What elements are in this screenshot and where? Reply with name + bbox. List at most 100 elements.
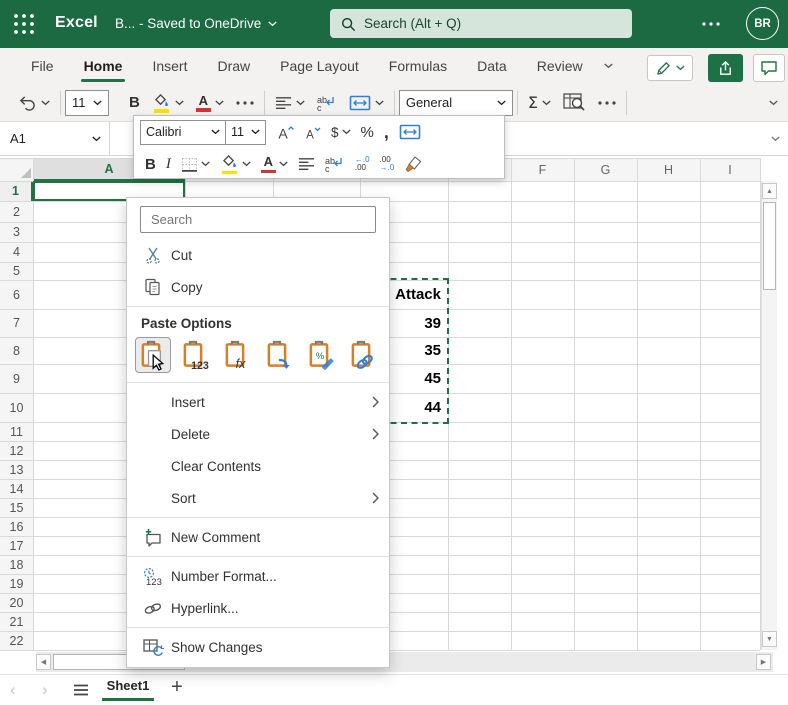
menu-item-cut[interactable]: Cut xyxy=(127,239,389,271)
column-header-H[interactable]: H xyxy=(637,158,700,181)
paste-formatting-button[interactable]: % xyxy=(303,337,339,373)
undo-button[interactable] xyxy=(12,88,56,118)
row-header-15[interactable]: 15 xyxy=(0,498,33,517)
row-header-18[interactable]: 18 xyxy=(0,555,33,574)
shrink-font-button[interactable]: A xyxy=(300,118,326,146)
comma-format-button[interactable]: , xyxy=(379,118,394,146)
menu-item-new-comment[interactable]: New Comment xyxy=(127,521,389,553)
paste-link-button[interactable] xyxy=(345,337,381,373)
menu-item-copy[interactable]: Copy xyxy=(127,271,389,303)
number-format-select[interactable]: General xyxy=(399,90,513,116)
fill-color-button[interactable] xyxy=(215,150,256,178)
align-button[interactable] xyxy=(293,150,320,178)
app-launcher-icon[interactable] xyxy=(13,13,35,35)
align-button[interactable] xyxy=(269,88,311,118)
scroll-up-button[interactable]: ▲ xyxy=(762,183,777,199)
font-size-select[interactable]: 11 xyxy=(65,90,109,116)
menu-item-sort[interactable]: Sort xyxy=(127,482,389,514)
prev-sheet-button[interactable]: ‹ xyxy=(10,680,16,700)
percent-format-button[interactable]: % xyxy=(356,118,379,146)
sheet-tab-active[interactable]: Sheet1 xyxy=(98,678,158,693)
tab-formulas[interactable]: Formulas xyxy=(374,48,462,84)
menu-item-show-changes[interactable]: Show Changes xyxy=(127,631,389,663)
wrap-text-button[interactable]: abc xyxy=(320,150,350,178)
paste-formulas-button[interactable]: fx xyxy=(219,337,255,373)
currency-format-button[interactable]: $ xyxy=(326,118,356,146)
wrap-text-button[interactable]: abc xyxy=(311,88,343,118)
font-color-button[interactable]: A xyxy=(190,88,230,118)
paste-transpose-button[interactable] xyxy=(261,337,297,373)
fill-color-button[interactable] xyxy=(146,88,190,118)
font-size-select[interactable]: 11 xyxy=(226,120,266,145)
add-sheet-button[interactable]: + xyxy=(166,676,188,699)
row-header-3[interactable]: 3 xyxy=(0,222,33,242)
row-header-11[interactable]: 11 xyxy=(0,422,33,441)
menu-item-insert[interactable]: Insert xyxy=(127,386,389,418)
row-header-22[interactable]: 22 xyxy=(0,631,33,650)
avatar[interactable]: BR xyxy=(746,7,779,40)
row-header-21[interactable]: 21 xyxy=(0,612,33,631)
row-header-16[interactable]: 16 xyxy=(0,517,33,536)
tab-file[interactable]: File xyxy=(16,48,69,84)
row-header-10[interactable]: 10 xyxy=(0,393,33,422)
grow-font-button[interactable]: A xyxy=(272,118,300,146)
paste-values-button[interactable]: 123 xyxy=(177,337,213,373)
italic-button[interactable]: I xyxy=(161,150,176,178)
context-menu-search-input[interactable] xyxy=(149,211,367,228)
format-painter-button[interactable] xyxy=(399,150,427,178)
row-header-19[interactable]: 19 xyxy=(0,574,33,593)
column-header-F[interactable]: F xyxy=(511,158,574,181)
borders-button[interactable] xyxy=(176,150,215,178)
row-header-17[interactable]: 17 xyxy=(0,536,33,555)
row-header-12[interactable]: 12 xyxy=(0,441,33,460)
row-header-14[interactable]: 14 xyxy=(0,479,33,498)
ribbon-overflow-chevron-icon[interactable] xyxy=(604,63,613,69)
bold-button[interactable]: B xyxy=(123,88,146,118)
editing-mode-button[interactable] xyxy=(647,55,693,81)
row-header-9[interactable]: 9 xyxy=(0,364,33,393)
row-header-20[interactable]: 20 xyxy=(0,593,33,612)
app-name[interactable]: Excel xyxy=(55,14,98,32)
select-all-corner[interactable] xyxy=(0,158,33,181)
menu-item-number-format[interactable]: 123Number Format... xyxy=(127,560,389,592)
row-header-5[interactable]: 5 xyxy=(0,262,33,280)
more-options-button[interactable] xyxy=(702,22,720,26)
row-header-13[interactable]: 13 xyxy=(0,460,33,479)
paste-button[interactable] xyxy=(135,337,171,373)
tab-draw[interactable]: Draw xyxy=(202,48,265,84)
document-title[interactable]: B... - Saved to OneDrive xyxy=(115,16,277,31)
name-box[interactable]: A1 xyxy=(0,122,110,155)
all-sheets-menu-icon[interactable] xyxy=(73,684,89,696)
more-commands-button[interactable] xyxy=(592,88,622,118)
increase-decimal-button[interactable]: .00→.0 xyxy=(375,150,400,178)
search-input[interactable]: Search (Alt + Q) xyxy=(330,9,632,38)
menu-item-hyperlink[interactable]: Hyperlink... xyxy=(127,592,389,624)
tab-page-layout[interactable]: Page Layout xyxy=(265,48,374,84)
row-header-7[interactable]: 7 xyxy=(0,309,33,337)
collapse-ribbon-chevron-icon[interactable] xyxy=(769,100,778,106)
share-button[interactable] xyxy=(708,54,743,82)
more-font-options-button[interactable] xyxy=(230,88,260,118)
column-header-G[interactable]: G xyxy=(574,158,637,181)
menu-item-delete[interactable]: Delete xyxy=(127,418,389,450)
merge-center-button[interactable] xyxy=(394,118,426,146)
scroll-down-button[interactable]: ▼ xyxy=(762,631,777,647)
column-header-I[interactable]: I xyxy=(700,158,760,181)
next-sheet-button[interactable]: › xyxy=(42,680,48,700)
row-header-6[interactable]: 6 xyxy=(0,280,33,309)
scroll-left-button[interactable]: ◀ xyxy=(36,654,51,670)
tab-home[interactable]: Home xyxy=(69,48,138,84)
vertical-scroll-thumb[interactable] xyxy=(763,202,776,290)
tab-insert[interactable]: Insert xyxy=(137,48,202,84)
merge-center-button[interactable] xyxy=(343,88,390,118)
find-button[interactable] xyxy=(557,88,592,118)
bold-button[interactable]: B xyxy=(140,150,161,178)
tab-review[interactable]: Review xyxy=(522,48,598,84)
font-name-select[interactable]: Calibri xyxy=(140,120,226,145)
autosum-button[interactable]: Σ xyxy=(522,88,557,118)
row-header-1[interactable]: 1 xyxy=(0,181,33,201)
context-menu-search[interactable] xyxy=(140,206,376,233)
decrease-decimal-button[interactable]: ←.0.00 xyxy=(350,150,375,178)
scroll-right-button[interactable]: ▶ xyxy=(756,654,771,670)
row-header-2[interactable]: 2 xyxy=(0,201,33,222)
